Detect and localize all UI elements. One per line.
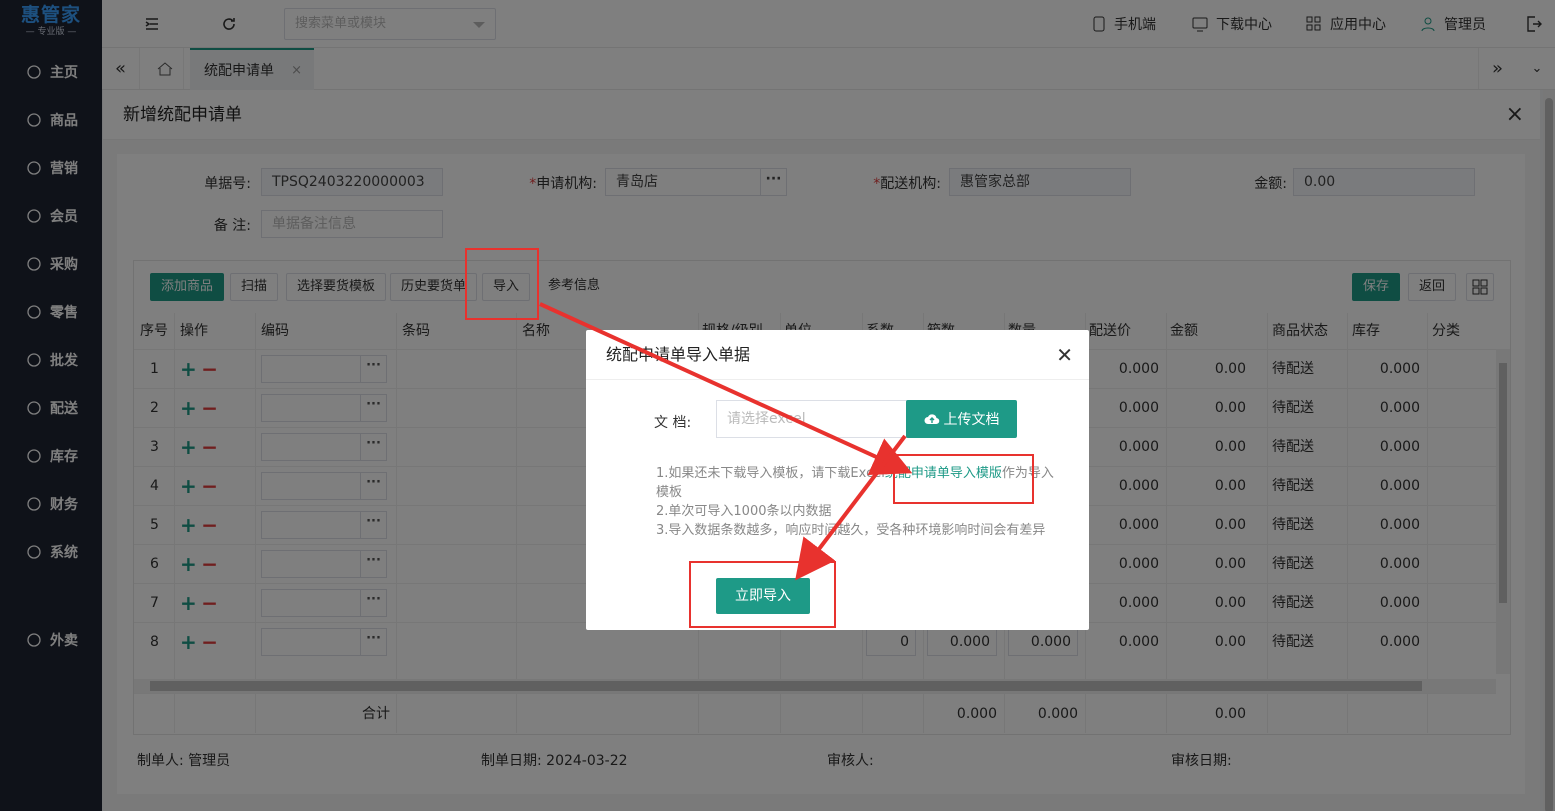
annotation-arrows bbox=[539, 302, 913, 581]
